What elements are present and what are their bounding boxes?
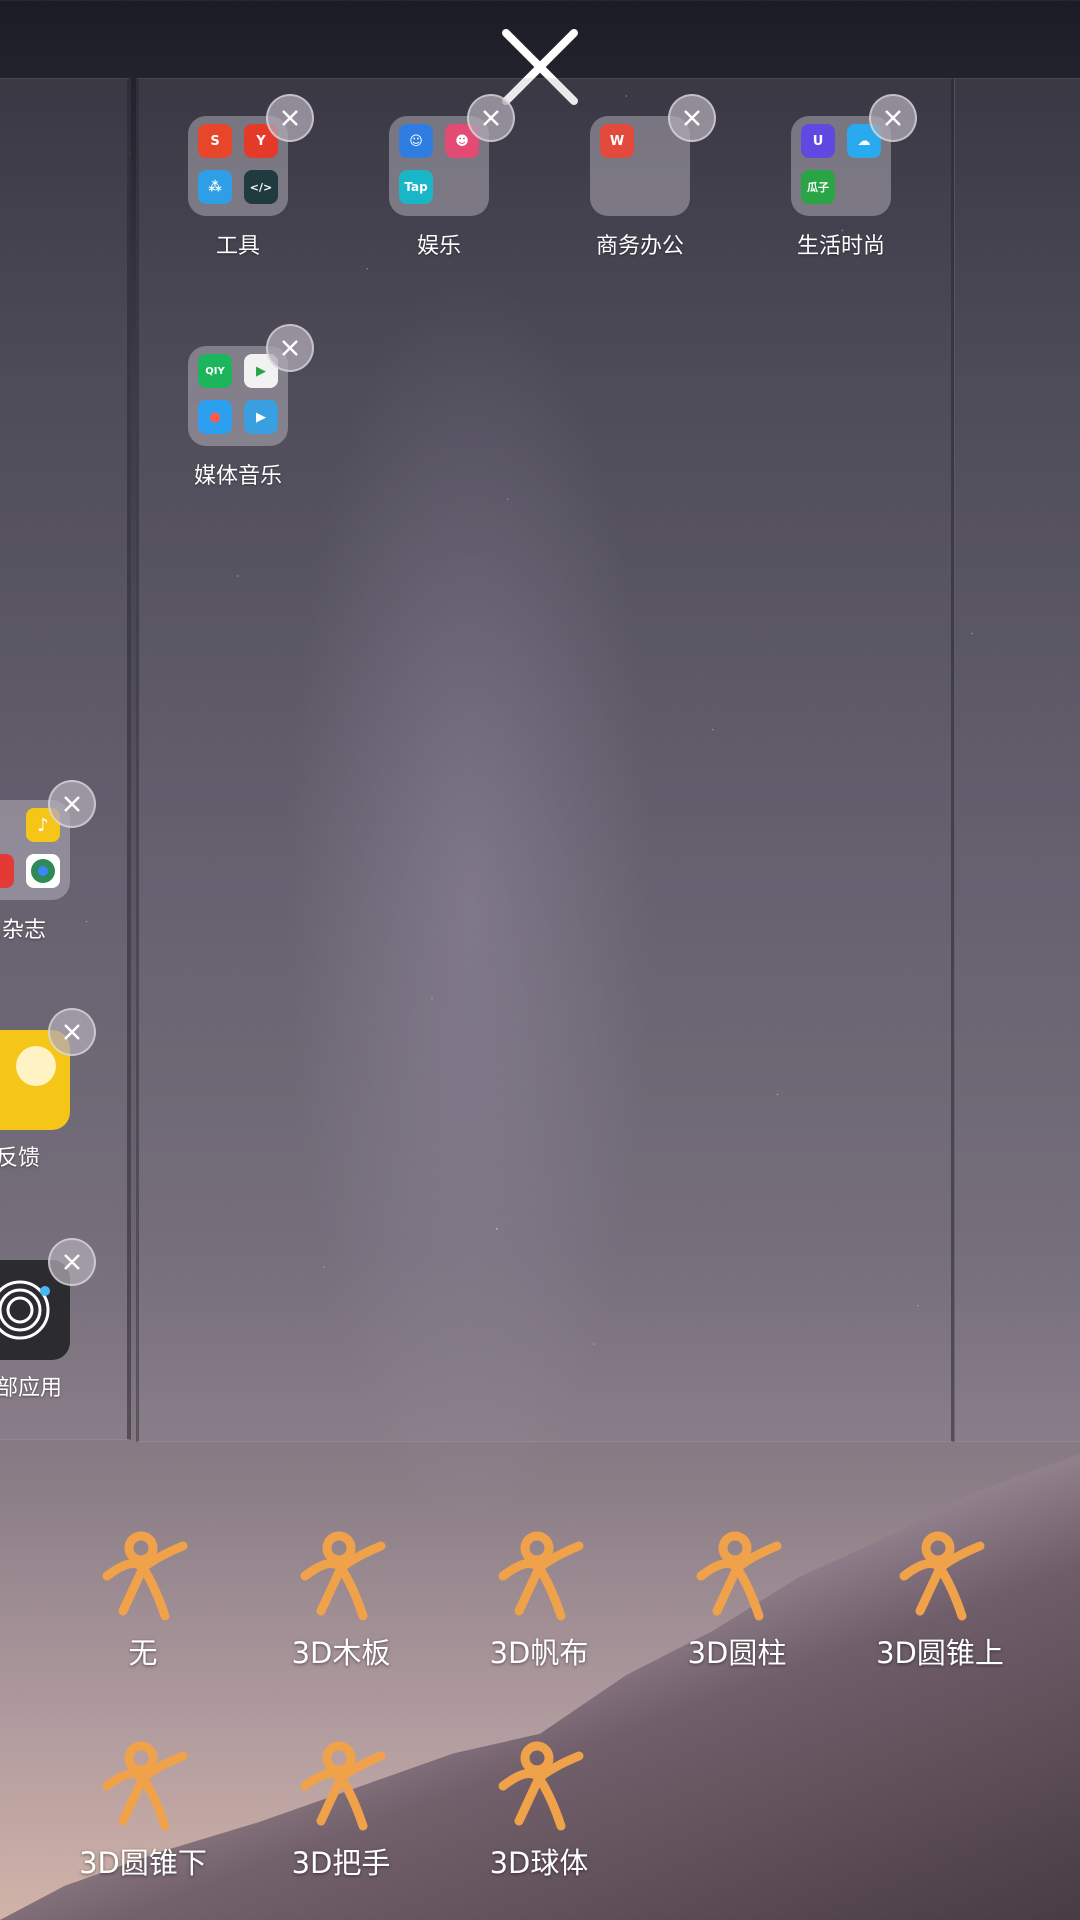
folder-label: 工具 <box>215 234 260 259</box>
effect-3d-cylinder[interactable]: 3D圆柱 <box>642 1526 832 1672</box>
effect-label: 3D圆锥下 <box>79 1846 207 1880</box>
guazi-app-icon: 瓜子 <box>801 170 835 204</box>
homescreen-page-left[interactable] <box>0 78 131 1440</box>
app-icon: ⁂ <box>198 170 232 204</box>
close-icon <box>64 1024 80 1040</box>
iqiyi-app-icon: QIY <box>198 354 232 388</box>
fingerprint-icon <box>0 1280 50 1340</box>
delete-app-button[interactable] <box>48 1238 96 1286</box>
close-icon <box>282 110 298 126</box>
code-app-icon: </> <box>244 170 278 204</box>
effect-none[interactable]: 无 <box>48 1526 238 1672</box>
effect-label: 3D圆锥上 <box>876 1636 1004 1670</box>
close-icon <box>64 796 80 812</box>
folder-label: 商务办公 <box>595 234 684 259</box>
recorder-app-icon: ● <box>198 400 232 434</box>
close-icon <box>64 1254 80 1270</box>
effect-3d-canvas[interactable]: 3D帆布 <box>444 1526 634 1672</box>
effect-3d-board[interactable]: 3D木板 <box>246 1526 436 1672</box>
chrome-app-icon <box>26 854 60 888</box>
figure-icon <box>102 1531 188 1621</box>
close-icon <box>483 110 499 126</box>
delete-folder-button[interactable] <box>48 780 96 828</box>
figure-icon <box>102 1741 188 1831</box>
effect-label: 无 <box>128 1636 158 1670</box>
figure-icon <box>300 1741 386 1831</box>
delete-folder-button[interactable] <box>869 94 917 142</box>
folder-label: 生活时尚 <box>796 234 885 259</box>
app-icon: ☺ <box>399 124 433 158</box>
effect-label: 3D木板 <box>291 1636 391 1670</box>
folder-label: 娱乐 <box>416 234 461 259</box>
effect-label: 3D球体 <box>489 1846 589 1880</box>
all-apps-label: 部应用 <box>0 1376 63 1401</box>
taptap-app-icon: Tap <box>399 170 433 204</box>
delete-folder-button[interactable] <box>266 324 314 372</box>
figure-icon <box>300 1531 386 1621</box>
effect-3d-sphere[interactable]: 3D球体 <box>444 1736 634 1882</box>
news-app-icon <box>0 854 14 888</box>
effect-3d-cone-down[interactable]: 3D圆锥下 <box>48 1736 238 1882</box>
effect-3d-cone-up[interactable]: 3D圆锥上 <box>840 1526 1040 1672</box>
effect-label: 3D把手 <box>291 1846 391 1880</box>
figure-icon <box>498 1741 584 1831</box>
sogou-app-icon: S <box>198 124 232 158</box>
figure-icon <box>498 1531 584 1621</box>
effect-3d-handle[interactable]: 3D把手 <box>246 1736 436 1882</box>
feedback-label: 反馈 <box>0 1146 41 1171</box>
effect-label: 3D帆布 <box>489 1636 589 1670</box>
close-icon <box>885 110 901 126</box>
left-folder-label: 闻杂志 <box>0 918 47 943</box>
player-app-icon: ▶ <box>244 400 278 434</box>
figure-icon <box>696 1531 782 1621</box>
delete-folder-button[interactable] <box>467 94 515 142</box>
delete-folder-button[interactable] <box>668 94 716 142</box>
delete-app-button[interactable] <box>48 1008 96 1056</box>
homescreen-page-right[interactable] <box>954 78 1080 1442</box>
homescreen-page-current[interactable] <box>136 78 955 1442</box>
figure-icon <box>899 1531 985 1621</box>
wps-app-icon: W <box>600 124 634 158</box>
effect-label: 3D圆柱 <box>687 1636 787 1670</box>
folder-label: 媒体音乐 <box>193 464 282 489</box>
app-icon: U <box>801 124 835 158</box>
delete-folder-button[interactable] <box>266 94 314 142</box>
close-icon <box>282 340 298 356</box>
close-icon <box>684 110 700 126</box>
